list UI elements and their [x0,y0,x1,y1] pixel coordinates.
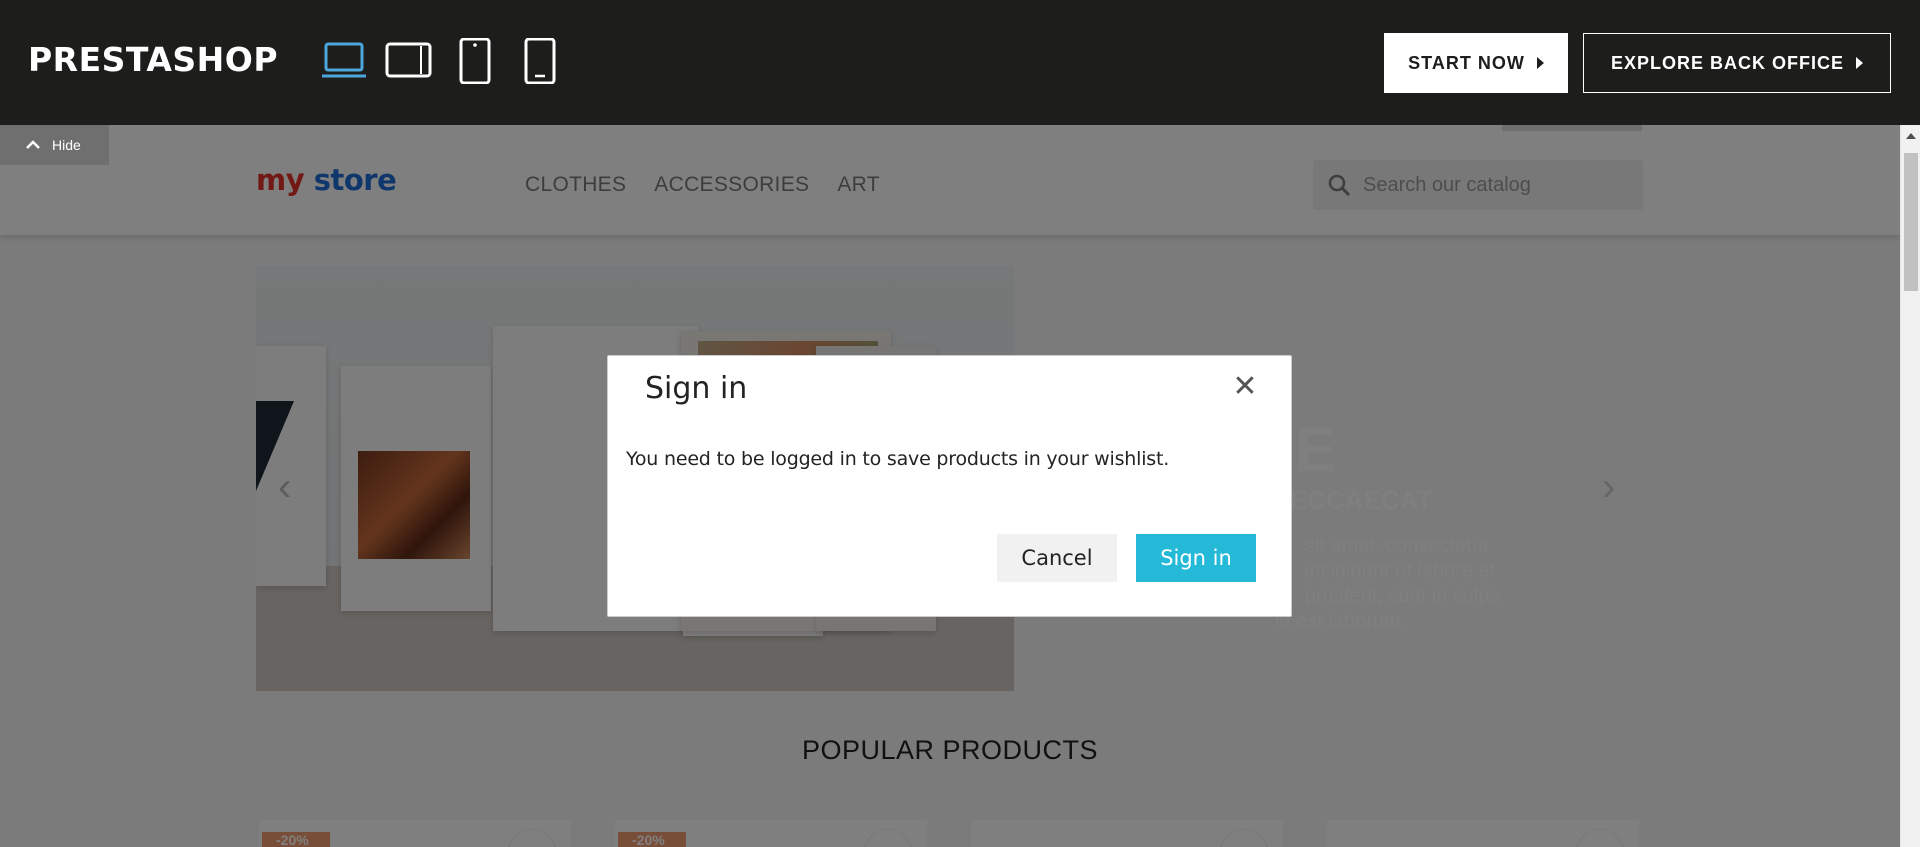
start-now-button[interactable]: START NOW [1384,33,1568,93]
hide-demo-bar-button[interactable]: Hide [0,125,109,165]
caret-right-icon [1856,57,1863,69]
modal-message: You need to be logged in to save product… [626,448,1170,470]
demo-bar: PRESTASHOP START NOW EXPLORE BACK OFFICE [0,0,1920,125]
tablet-portrait-icon[interactable] [458,38,492,84]
close-icon[interactable]: ✕ [1230,372,1260,402]
scroll-thumb[interactable] [1904,153,1918,291]
tablet-landscape-icon[interactable] [385,38,433,84]
scroll-up-icon[interactable] [1906,133,1916,139]
cancel-button[interactable]: Cancel [997,534,1117,582]
sign-in-button[interactable]: Sign in [1136,534,1256,582]
prestashop-logo[interactable]: PRESTASHOP [28,40,278,79]
start-now-label: START NOW [1408,52,1525,73]
explore-back-office-button[interactable]: EXPLORE BACK OFFICE [1583,33,1891,93]
chevron-up-icon [26,140,40,149]
hide-label: Hide [52,137,81,153]
desktop-icon[interactable] [321,38,367,84]
mobile-icon[interactable] [523,38,557,84]
scrollbar[interactable] [1900,125,1920,847]
explore-label: EXPLORE BACK OFFICE [1610,52,1844,73]
caret-right-icon [1536,57,1544,69]
modal-title: Sign in [645,371,748,406]
sign-in-modal: Sign in ✕ You need to be logged in to sa… [607,355,1292,617]
